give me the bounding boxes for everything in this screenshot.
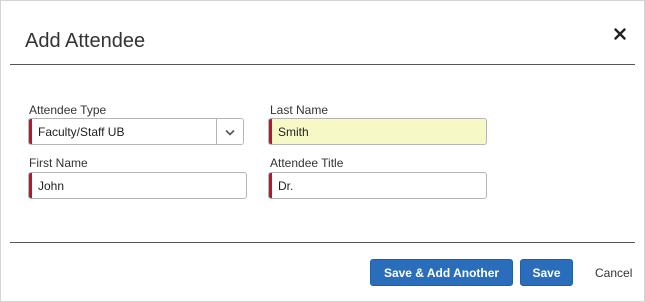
required-marker: [29, 119, 32, 144]
required-marker: [29, 173, 32, 198]
required-marker: [269, 173, 272, 198]
footer-divider: [10, 242, 635, 243]
first-name-label: First Name: [29, 156, 88, 170]
attendee-type-value: Faculty/Staff UB: [38, 125, 125, 139]
attendee-title-value: Dr.: [278, 179, 294, 193]
attendee-type-select[interactable]: Faculty/Staff UB: [28, 118, 244, 145]
save-button[interactable]: Save: [520, 259, 573, 286]
add-attendee-dialog: Add Attendee Attendee Type Faculty/Staff…: [0, 0, 645, 302]
attendee-title-label: Attendee Title: [270, 156, 344, 170]
attendee-title-field[interactable]: Dr.: [268, 172, 487, 199]
last-name-label: Last Name: [270, 103, 329, 117]
first-name-value: John: [38, 179, 65, 193]
last-name-value: Smith: [278, 125, 309, 139]
close-button[interactable]: [611, 25, 629, 43]
close-icon: [614, 26, 626, 43]
save-and-add-another-button[interactable]: Save & Add Another: [370, 259, 513, 286]
required-marker: [269, 119, 272, 144]
dialog-header: Add Attendee: [10, 1, 635, 65]
dialog-title: Add Attendee: [25, 30, 146, 52]
cancel-button[interactable]: Cancel: [595, 259, 632, 286]
attendee-type-dropdown-button[interactable]: [216, 119, 243, 144]
chevron-down-icon: [225, 123, 235, 141]
last-name-field[interactable]: Smith: [268, 118, 487, 145]
attendee-type-label: Attendee Type: [29, 103, 107, 117]
first-name-field[interactable]: John: [28, 172, 247, 199]
